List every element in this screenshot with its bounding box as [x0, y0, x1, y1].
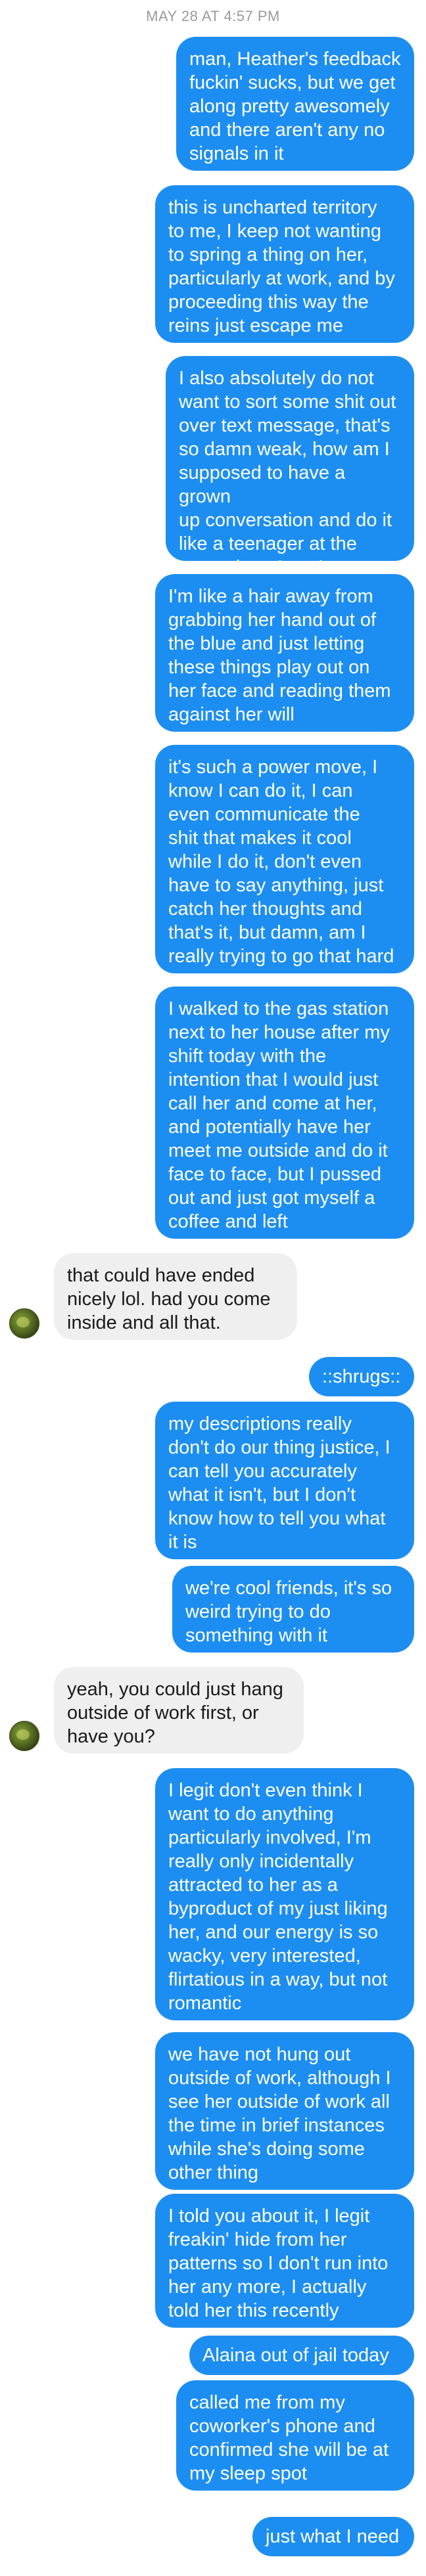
- sent-message-bubble[interactable]: man, Heather's feedback fuckin' sucks, b…: [176, 37, 414, 171]
- sent-message-bubble[interactable]: we're cool friends, it's so weird trying…: [172, 1566, 414, 1653]
- sent-message-bubble[interactable]: we have not hung out outside of work, al…: [155, 2032, 414, 2190]
- sent-message-bubble[interactable]: I legit don't even think I want to do an…: [155, 1768, 414, 2020]
- sent-message-bubble[interactable]: my descriptions really don't do our thin…: [155, 1402, 414, 1559]
- sent-message-bubble[interactable]: it's such a power move, I know I can do …: [155, 745, 414, 973]
- received-message-bubble[interactable]: that could have ended nicely lol. had yo…: [54, 1253, 297, 1340]
- received-message-bubble[interactable]: yeah, you could just hang outside of wor…: [54, 1667, 304, 1754]
- sent-message-bubble[interactable]: I walked to the gas station next to her …: [155, 987, 414, 1239]
- message-thread: MAY 28 AT 4:57 PM man, Heather's feedbac…: [0, 0, 426, 2576]
- sent-message-bubble[interactable]: ::shrugs::: [309, 1357, 414, 1396]
- contact-avatar[interactable]: [9, 1721, 39, 1751]
- contact-avatar[interactable]: [9, 1308, 39, 1339]
- conversation-timestamp: MAY 28 AT 4:57 PM: [146, 8, 280, 24]
- sent-message-bubble[interactable]: called me from my coworker's phone and c…: [176, 2380, 414, 2491]
- sent-message-bubble[interactable]: I'm like a hair away from grabbing her h…: [155, 574, 414, 732]
- sent-message-bubble[interactable]: I also absolutely do not want to sort so…: [166, 356, 414, 578]
- sent-message-bubble[interactable]: I told you about it, I legit freakin' hi…: [155, 2194, 414, 2328]
- sent-message-bubble[interactable]: this is uncharted territory to me, I kee…: [155, 185, 414, 343]
- sent-message-bubble[interactable]: just what I need: [252, 2517, 414, 2556]
- sent-message-bubble[interactable]: Alaina out of jail today: [189, 2336, 414, 2375]
